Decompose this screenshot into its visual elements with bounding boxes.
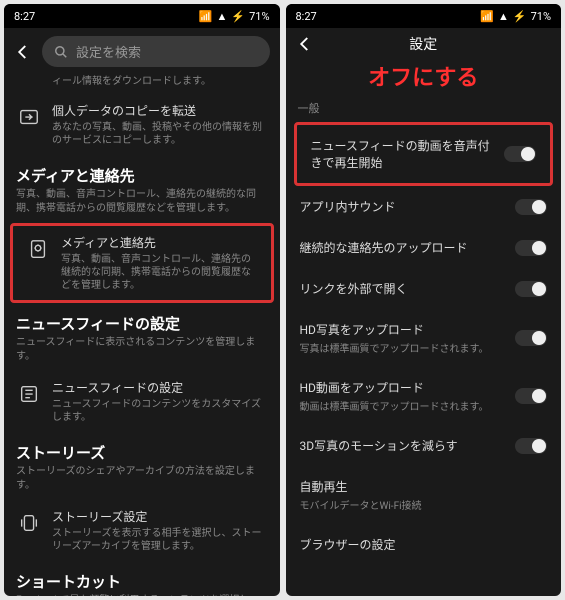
setting-open-external[interactable]: リンクを外部で開く [286, 268, 562, 309]
signal-icon-r: 📶 [480, 10, 494, 23]
stories-heading: ストーリーズ [4, 432, 280, 465]
hd-photo-sub: 写真は標準画質でアップロードされます。 [300, 340, 506, 355]
stories-icon [16, 510, 42, 536]
back-icon-r[interactable] [296, 35, 314, 53]
statusbar: 8:27 📶 ▲ ⚡ 71% [4, 4, 280, 28]
hd-video-sub: 動画は標準画質でアップロードされます。 [300, 398, 506, 413]
hd-photo-title: HD写真をアップロード [300, 321, 506, 338]
settings-title: 設定 [314, 34, 534, 54]
autoplay-title: 自動再生 [300, 478, 548, 495]
stories-settings-row[interactable]: ストーリーズ設定 ストーリーズを表示する相手を選択し、ストーリーズアーカイブを管… [4, 500, 280, 561]
newsfeed-settings-row[interactable]: ニュースフィードの設定 ニュースフィードのコンテンツをカスタマイズします。 [4, 371, 280, 432]
status-icons-r: 📶 ▲ ⚡ 71% [480, 10, 551, 23]
setting-hd-photo[interactable]: HD写真をアップロード 写真は標準画質でアップロードされます。 [286, 309, 562, 367]
right-screen: 8:27 📶 ▲ ⚡ 71% 設定 オフにする 一般 ニュースフィードの動画を音… [286, 4, 562, 596]
setting-autoplay-sound[interactable]: ニュースフィードの動画を音声付きで再生開始 [297, 125, 551, 183]
toggle-continuous-upload[interactable] [515, 240, 547, 256]
setting-reduce-3d[interactable]: 3D写真のモーションを減らす [286, 425, 562, 466]
general-category: 一般 [286, 96, 562, 122]
search-icon [54, 45, 68, 59]
battery-pct: 71% [249, 10, 269, 23]
battery-icon-r: ⚡ [513, 10, 527, 23]
autoplay-sub: モバイルデータとWi-Fi接続 [300, 497, 548, 512]
inapp-sound-title: アプリ内サウンド [300, 198, 506, 215]
browser-title: ブラウザーの設定 [300, 536, 548, 553]
content-scroll[interactable]: ィール情報をダウンロードします。 個人データのコピーを転送 あなたの写真、動画、… [4, 75, 280, 596]
signal-icon: 📶 [199, 10, 213, 23]
header-r: 設定 [286, 28, 562, 60]
highlight-autoplay-sound: ニュースフィードの動画を音声付きで再生開始 [294, 122, 554, 186]
setting-autoplay[interactable]: 自動再生 モバイルデータとWi-Fi接続 [286, 466, 562, 524]
stories-row-title: ストーリーズ設定 [52, 508, 268, 525]
newsfeed-icon [16, 381, 42, 407]
newsfeed-row-sub: ニュースフィードのコンテンツをカスタマイズします。 [52, 398, 268, 424]
autoplay-sound-title: ニュースフィードの動画を音声付きで再生開始 [311, 137, 495, 171]
newsfeed-heading: ニュースフィードの設定 [4, 303, 280, 336]
personal-data-copy-row[interactable]: 個人データのコピーを転送 あなたの写真、動画、投稿やその他の情報を別のサービスに… [4, 94, 280, 155]
status-time: 8:27 [14, 10, 35, 23]
wifi-icon: ▲ [216, 10, 227, 23]
toggle-autoplay-sound[interactable] [504, 146, 536, 162]
shortcut-heading: ショートカット [4, 561, 280, 594]
open-external-title: リンクを外部で開く [300, 280, 506, 297]
annotation-turn-off: オフにする [286, 60, 562, 92]
hd-video-title: HD動画をアップロード [300, 379, 506, 396]
stories-desc: ストーリーズのシェアやアーカイブの方法を設定します。 [4, 465, 280, 500]
battery-icon: ⚡ [231, 10, 245, 23]
status-time-r: 8:27 [296, 10, 317, 23]
status-icons: 📶 ▲ ⚡ 71% [199, 10, 270, 23]
media-row-title: メディアと連絡先 [61, 234, 259, 251]
transfer-icon [16, 104, 42, 130]
newsfeed-row-title: ニュースフィードの設定 [52, 379, 268, 396]
reduce-3d-title: 3D写真のモーションを減らす [300, 437, 506, 454]
shortcut-desc: Facebookで最も頻繁に利用するコンテンツを選択して、素早くアクセスできるよ… [4, 594, 280, 596]
media-heading: メディアと連絡先 [4, 155, 280, 188]
toggle-reduce-3d[interactable] [515, 438, 547, 454]
toggle-inapp-sound[interactable] [515, 199, 547, 215]
personal-copy-title: 個人データのコピーを転送 [52, 102, 268, 119]
media-row-sub: 写真、動画、音声コントロール、連絡先の継続的な同期、携帯電話からの閲覧履歴などを… [61, 253, 259, 292]
personal-copy-sub: あなたの写真、動画、投稿やその他の情報を別のサービスにコピーします。 [52, 121, 268, 147]
stories-row-sub: ストーリーズを表示する相手を選択し、ストーリーズアーカイブを管理します。 [52, 527, 268, 553]
highlight-media-contacts: メディアと連絡先 写真、動画、音声コントロール、連絡先の継続的な同期、携帯電話か… [10, 223, 274, 303]
continuous-upload-title: 継続的な連絡先のアップロード [300, 239, 506, 256]
left-screen: 8:27 📶 ▲ ⚡ 71% 設定を検索 ィール情報をダウンロードします。 個人… [4, 4, 280, 596]
toggle-hd-photo[interactable] [515, 330, 547, 346]
battery-pct-r: 71% [531, 10, 551, 23]
header: 設定を検索 [4, 28, 280, 75]
media-gear-icon [25, 236, 51, 262]
media-desc: 写真、動画、音声コントロール、連絡先の継続的な同期、携帯電話からの閲覧履歴などを… [4, 188, 280, 223]
newsfeed-desc: ニュースフィードに表示されるコンテンツを管理します。 [4, 336, 280, 371]
setting-hd-video[interactable]: HD動画をアップロード 動画は標準画質でアップロードされます。 [286, 367, 562, 425]
statusbar-r: 8:27 📶 ▲ ⚡ 71% [286, 4, 562, 28]
search-placeholder: 設定を検索 [76, 42, 141, 61]
setting-continuous-upload[interactable]: 継続的な連絡先のアップロード [286, 227, 562, 268]
setting-browser[interactable]: ブラウザーの設定 [286, 524, 562, 565]
back-icon[interactable] [14, 43, 32, 61]
wifi-icon-r: ▲ [498, 10, 509, 23]
setting-inapp-sound[interactable]: アプリ内サウンド [286, 186, 562, 227]
partial-desc: ィール情報をダウンロードします。 [4, 75, 280, 94]
media-contacts-row[interactable]: メディアと連絡先 写真、動画、音声コントロール、連絡先の継続的な同期、携帯電話か… [13, 226, 271, 300]
toggle-open-external[interactable] [515, 281, 547, 297]
toggle-hd-video[interactable] [515, 388, 547, 404]
search-input[interactable]: 設定を検索 [42, 36, 270, 67]
